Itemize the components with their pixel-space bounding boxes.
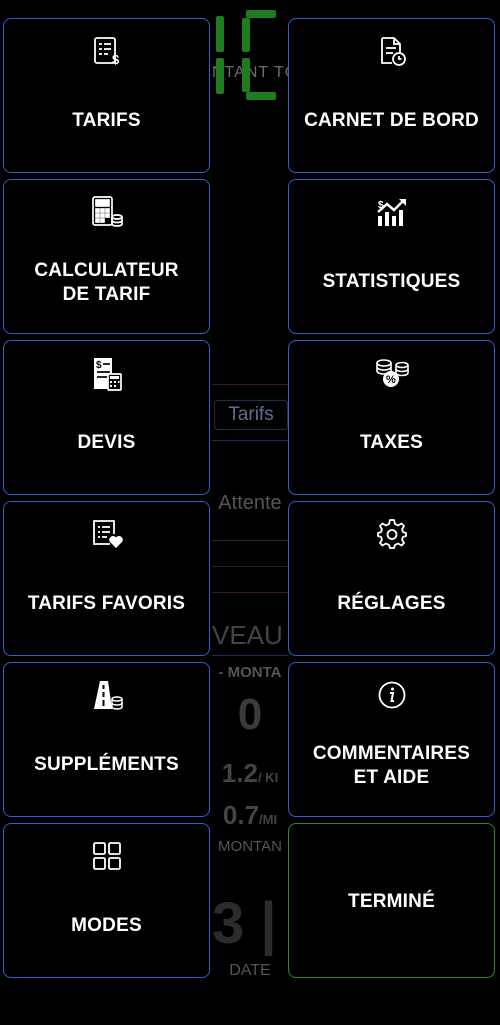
menu-label: TARIFS xyxy=(72,110,141,131)
new-trip-text: VEAU V xyxy=(212,620,288,650)
menu-devis[interactable]: $ DEVIS xyxy=(3,340,210,495)
menu-supplements[interactable]: SUPPLÉMENTS xyxy=(3,662,210,817)
info-icon xyxy=(289,677,494,713)
taximeter-background: NTANT TC Tarifs Attente VEAU V - MONTA 0… xyxy=(212,0,288,1025)
coins-percent-icon: % xyxy=(289,355,494,391)
document-clock-icon xyxy=(289,33,494,69)
menu-label: CARNET DE BORD xyxy=(304,110,479,131)
menu-statistiques[interactable]: $ STATISTIQUES xyxy=(288,179,495,334)
menu-label: DEVIS xyxy=(77,432,136,453)
svg-text:%: % xyxy=(386,374,396,386)
date-value: 3 | 1 xyxy=(212,891,288,956)
menu-taxes[interactable]: % TAXES xyxy=(288,340,495,495)
menu-calculateur-de-tarif[interactable]: CALCULATEUR DE TARIF xyxy=(3,179,210,334)
amount-label: - MONTA xyxy=(218,664,282,681)
status-text: Attente xyxy=(218,492,282,514)
menu-label: CALCULATEUR DE TARIF xyxy=(34,260,179,305)
menu-tarifs[interactable]: $ TARIFS xyxy=(3,18,210,173)
gear-icon xyxy=(289,516,494,552)
receipt-dollar-icon: $ xyxy=(4,33,209,69)
date-label: DATE xyxy=(229,962,271,979)
amount-value: 0 xyxy=(237,690,263,739)
menu-carnet-de-bord[interactable]: CARNET DE BORD xyxy=(288,18,495,173)
menu-label: TARIFS FAVORIS xyxy=(27,593,186,614)
menu-label: SUPPLÉMENTS xyxy=(34,754,179,775)
calculator-coins-icon xyxy=(4,194,209,230)
svg-text:$: $ xyxy=(112,52,120,67)
digital-display xyxy=(212,0,288,120)
rate-km: 1.2/ KI xyxy=(221,758,279,788)
stats-chart-icon: $ xyxy=(289,194,494,230)
done-label: TERMINÉ xyxy=(348,891,435,912)
done-button[interactable]: TERMINÉ xyxy=(288,823,495,978)
svg-text:$: $ xyxy=(378,200,384,211)
menu-label: TAXES xyxy=(360,432,423,453)
list-heart-icon xyxy=(4,516,209,552)
road-coins-icon xyxy=(4,677,209,713)
menu-tarifs-favoris[interactable]: TARIFS FAVORIS xyxy=(3,501,210,656)
invoice-calculator-icon: $ xyxy=(4,355,209,391)
menu-modes[interactable]: MODES xyxy=(3,823,210,978)
menu-label: COMMENTAIRES ET AIDE xyxy=(312,743,471,788)
amount-label-2: MONTAN xyxy=(218,838,282,855)
menu-label: STATISTIQUES xyxy=(322,271,461,292)
menu-reglages[interactable]: RÉGLAGES xyxy=(288,501,495,656)
grid-icon xyxy=(4,838,209,874)
rate-mi: 0.7/MI xyxy=(222,800,278,830)
tab-tarifs: Tarifs xyxy=(214,400,288,430)
svg-text:$: $ xyxy=(96,360,102,371)
menu-commentaires-et-aide[interactable]: COMMENTAIRES ET AIDE xyxy=(288,662,495,817)
menu-label: MODES xyxy=(71,915,142,936)
menu-label: RÉGLAGES xyxy=(337,593,446,614)
